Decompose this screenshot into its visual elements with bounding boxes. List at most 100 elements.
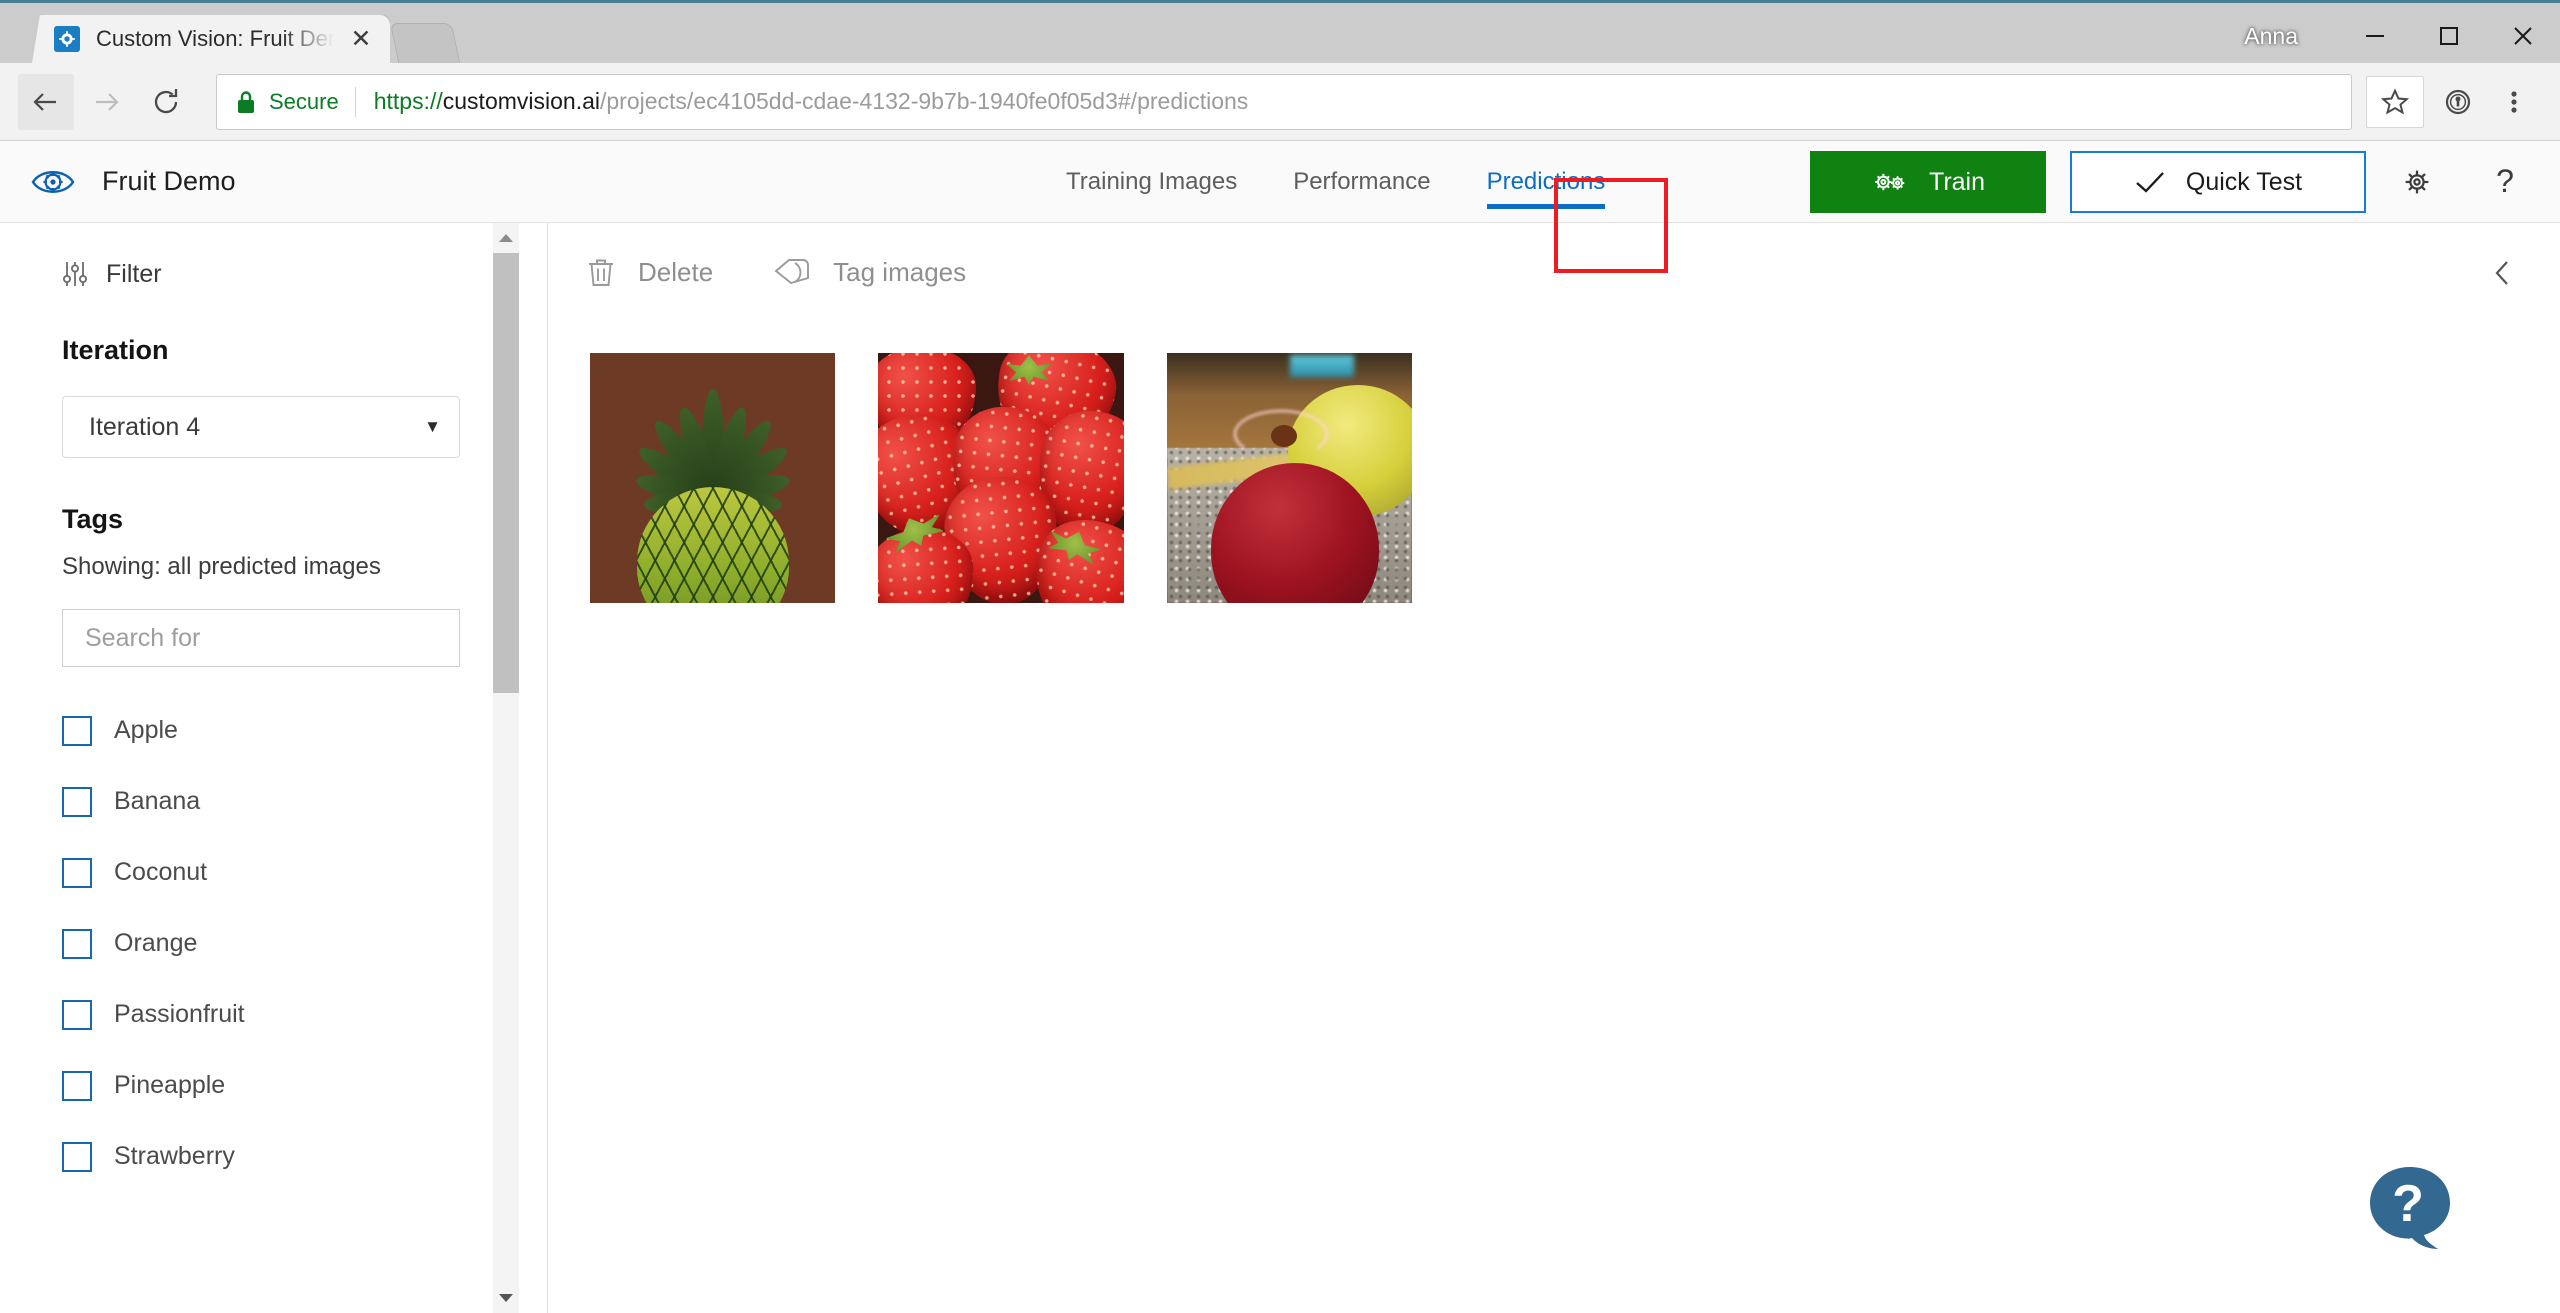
tag-label-orange: Orange: [114, 929, 198, 957]
filter-sidebar: Filter Iteration Iteration 4 ▼ Tags Show…: [0, 223, 548, 1313]
tag-search-field[interactable]: [62, 609, 460, 667]
trash-icon: [586, 256, 616, 288]
tag-label-strawberry: Strawberry: [114, 1142, 235, 1170]
window-controls: Anna: [2244, 6, 2560, 66]
quick-test-button[interactable]: Quick Test: [2070, 151, 2366, 213]
iteration-selected-value: Iteration 4: [89, 412, 201, 441]
url-path: /projects/ec4105dd-cdae-4132-9b7b-1940fe…: [600, 88, 1249, 114]
tag-checkbox-banana[interactable]: [62, 786, 92, 817]
chrome-menu-icon[interactable]: [2486, 74, 2542, 130]
help-chat-bubble-icon[interactable]: ?: [2364, 1163, 2456, 1251]
app-header: Fruit Demo Training Images Performance P…: [0, 141, 2560, 223]
app-header-actions: Train Quick Test ?: [1810, 141, 2560, 223]
tag-images-button[interactable]: Tag images: [773, 242, 1026, 302]
minimize-icon[interactable]: [2338, 6, 2412, 66]
app-nav-tabs: Training Images Performance Predictions: [1038, 141, 1633, 223]
apple-image: [1167, 353, 1412, 603]
strawberry-image: [878, 353, 1124, 603]
predictions-grid: [548, 321, 2560, 603]
reload-icon[interactable]: [138, 74, 194, 130]
tag-checkbox-coconut[interactable]: [62, 857, 92, 888]
iteration-section-title: Iteration: [62, 335, 169, 365]
tab-title: Custom Vision: Fruit Dem: [96, 26, 334, 51]
browser-tab[interactable]: Custom Vision: Fruit Dem ✕: [32, 15, 390, 63]
tab-predictions[interactable]: Predictions: [1459, 141, 1634, 223]
scroll-down-arrow-icon[interactable]: [493, 1285, 519, 1311]
tag-label-coconut: Coconut: [114, 858, 208, 886]
tag-item-strawberry[interactable]: Strawberry: [0, 1121, 547, 1192]
tag-item-pineapple[interactable]: Pineapple: [0, 1050, 547, 1121]
train-button-label: Train: [1928, 167, 1986, 196]
tag-checkbox-strawberry[interactable]: [62, 1141, 92, 1172]
svg-text:?: ?: [2392, 1175, 2424, 1233]
apple-prediction-thumbnail[interactable]: [1167, 353, 1412, 603]
tag-label-banana: Banana: [114, 787, 201, 815]
tag-item-orange[interactable]: Orange: [0, 908, 547, 979]
omnibox-divider: [354, 86, 356, 117]
filter-header[interactable]: Filter: [0, 223, 547, 289]
filter-label: Filter: [106, 259, 162, 288]
check-icon: [2134, 169, 2166, 195]
url-text: https://customvision.ai/projects/ec4105d…: [374, 88, 1249, 115]
tag-label-apple: Apple: [114, 716, 178, 744]
maximize-icon[interactable]: [2412, 6, 2486, 66]
tag-images-button-label: Tag images: [833, 256, 967, 287]
chevron-left-icon[interactable]: [2482, 253, 2522, 293]
custom-vision-icon: [54, 26, 80, 52]
scroll-up-arrow-icon[interactable]: [493, 225, 519, 251]
delete-button[interactable]: Delete: [586, 242, 773, 302]
tag-checkbox-passionfruit[interactable]: [62, 999, 92, 1030]
train-button[interactable]: Train: [1810, 151, 2046, 213]
back-arrow-icon[interactable]: [18, 73, 74, 130]
question-mark-icon[interactable]: ?: [2468, 145, 2542, 219]
bookmark-star-icon[interactable]: [2366, 75, 2424, 128]
tab-performance[interactable]: Performance: [1265, 141, 1458, 223]
tab-training-images-label: Training Images: [1066, 168, 1238, 195]
tags-showing-text: Showing: all predicted images: [62, 553, 381, 580]
svg-text:?: ?: [2496, 163, 2514, 199]
address-bar[interactable]: Secure https://customvision.ai/projects/…: [216, 73, 2352, 130]
forward-arrow-icon: [78, 74, 134, 130]
tag-icon: [773, 257, 811, 287]
browser-window: Custom Vision: Fruit Dem ✕ Anna Secure h…: [0, 0, 2560, 1313]
tab-performance-label: Performance: [1293, 168, 1431, 195]
predictions-toolbar: Delete Tag images: [548, 223, 2560, 321]
tag-search-input[interactable]: [85, 623, 437, 653]
tag-label-pineapple: Pineapple: [114, 1071, 226, 1099]
tab-training-images[interactable]: Training Images: [1038, 141, 1265, 223]
url-scheme: https://: [373, 88, 443, 114]
password-manager-icon[interactable]: [2430, 74, 2486, 130]
page-title: Fruit Demo: [102, 166, 236, 196]
tags-section-title: Tags: [62, 504, 124, 534]
security-label: Secure: [269, 88, 339, 114]
gear-icon[interactable]: [2380, 145, 2454, 219]
strawberry-prediction-thumbnail[interactable]: [878, 353, 1124, 603]
predictions-main: Delete Tag images ?: [548, 223, 2560, 1313]
tag-checkbox-apple[interactable]: [62, 715, 92, 746]
pineapple-prediction-thumbnail[interactable]: [590, 353, 835, 603]
omnibox-actions: [2366, 74, 2542, 130]
close-icon[interactable]: [2486, 6, 2560, 66]
tag-label-passionfruit: Passionfruit: [114, 1000, 245, 1028]
iteration-select[interactable]: Iteration 4 ▼: [62, 396, 460, 458]
scrollbar-thumb[interactable]: [493, 253, 519, 693]
browser-toolbar: Secure https://customvision.ai/projects/…: [0, 63, 2560, 141]
delete-button-label: Delete: [638, 256, 714, 287]
custom-vision-eye-icon: [30, 165, 76, 199]
sliders-icon: [60, 259, 90, 289]
tag-item-passionfruit[interactable]: Passionfruit: [0, 979, 547, 1050]
profile-name[interactable]: Anna: [2244, 23, 2298, 50]
url-host: customvision.ai: [442, 88, 600, 114]
tab-close-icon[interactable]: ✕: [346, 24, 376, 54]
tag-checkbox-orange[interactable]: [62, 928, 92, 959]
tag-checkbox-pineapple[interactable]: [62, 1070, 92, 1101]
browser-titlebar: Custom Vision: Fruit Dem ✕ Anna: [0, 0, 2560, 63]
lock-icon: [235, 89, 257, 115]
tag-item-apple[interactable]: Apple: [0, 695, 547, 766]
sidebar-scrollbar[interactable]: [493, 223, 519, 1313]
new-tab-button[interactable]: [389, 23, 461, 63]
app-brand[interactable]: Fruit Demo: [0, 165, 236, 199]
tag-item-banana[interactable]: Banana: [0, 766, 547, 837]
chevron-down-icon: ▼: [424, 417, 441, 436]
tag-item-coconut[interactable]: Coconut: [0, 837, 547, 908]
